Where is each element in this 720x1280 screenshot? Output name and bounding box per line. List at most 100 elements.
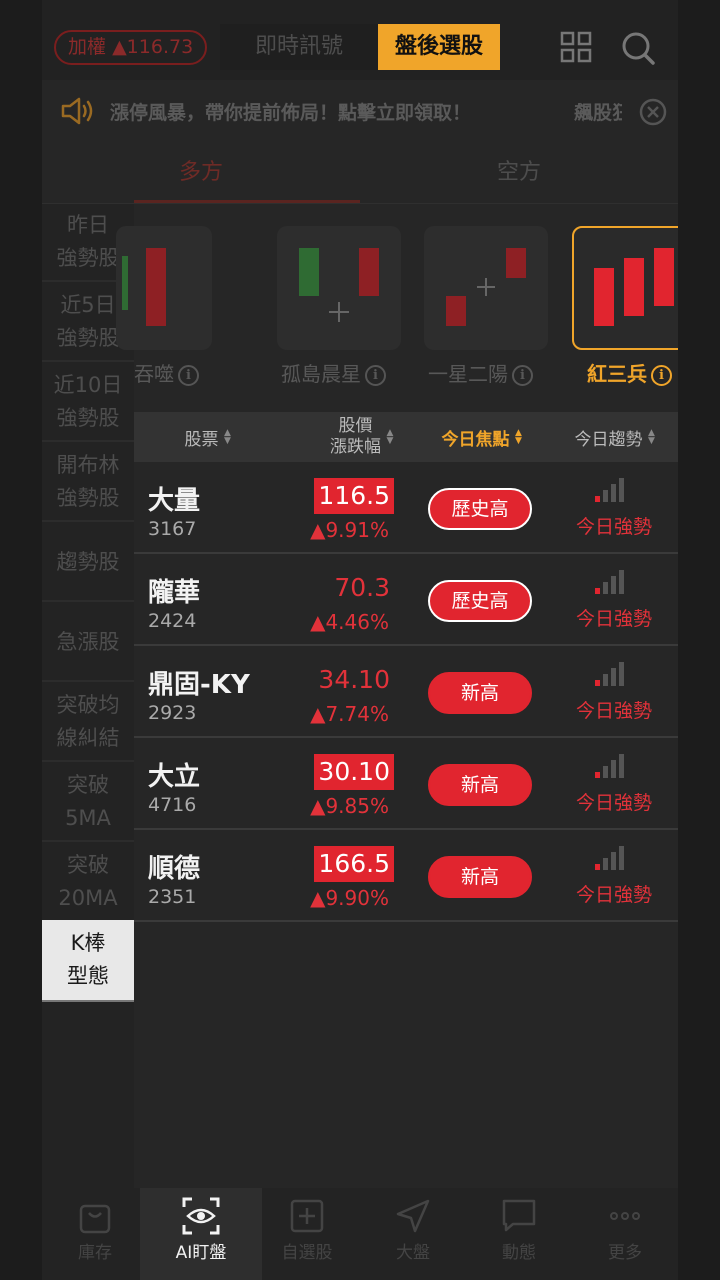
announcement-text-next: 飆股狂 (574, 102, 622, 124)
speaker-icon (61, 97, 93, 125)
bottom-navigation: 庫存 AI盯盤 自選股 大盤 動態 更多 (42, 1188, 678, 1280)
nav-watchlist[interactable]: 自選股 (254, 1188, 360, 1280)
announcement-bar[interactable]: 漲停風暴，帶你提前佈局！點擊立即領取！ 飆股狂 (42, 80, 678, 142)
pattern-label-one-star-two-yang: 一星二陽 i (428, 358, 533, 390)
category-sidebar: 昨日 強勢股 近5日 強勢股 近10日 強勢股 開布林 強勢股 趨勢股 急漲股 … (42, 204, 134, 1188)
focus-badge[interactable]: 新高 (428, 764, 532, 806)
nav-more[interactable]: 更多 (572, 1188, 678, 1280)
stock-change: ▲9.91% (310, 518, 389, 542)
stock-price: 30.10 (314, 754, 394, 790)
top-header: 加權 ▲116.73 即時訊號 盤後選股 (42, 0, 678, 80)
pattern-card-engulfing[interactable] (116, 226, 212, 350)
table-row[interactable]: 隴華 2424 70.3 ▲4.46% 歷史高 今日強勢 (134, 554, 678, 646)
category-candlestick-pattern[interactable]: K棒 型態 (42, 920, 134, 1002)
signal-bars-icon (595, 754, 624, 778)
stock-name: 隴華 (148, 578, 201, 608)
nav-inventory[interactable]: 庫存 (42, 1188, 148, 1280)
info-icon[interactable]: i (651, 365, 672, 386)
tab-live-signals[interactable]: 即時訊號 (220, 24, 378, 70)
category-20ma-breakout[interactable]: 突破 20MA (42, 844, 134, 922)
eye-scan-icon (182, 1197, 220, 1235)
candlestick-star-yang-icon (446, 248, 526, 326)
pattern-label-engulfing: 吞噬 i (134, 358, 199, 390)
app-root: 加權 ▲116.73 即時訊號 盤後選股 漲停風暴，帶你提前佈局！點擊立即領取！… (42, 0, 678, 1280)
focus-badge[interactable]: 歷史高 (428, 488, 532, 530)
pattern-card-island-morning-star[interactable] (277, 226, 401, 350)
stock-code: 2424 (148, 610, 197, 632)
trend-label: 今日強勢 (575, 700, 652, 722)
focus-badge[interactable]: 新高 (428, 856, 532, 898)
bag-icon (79, 1204, 111, 1234)
search-icon[interactable] (620, 30, 656, 66)
column-today-trend[interactable]: 今日趨勢 ▲ ▼ (554, 412, 678, 462)
index-name: 加權 (68, 36, 107, 58)
category-10day-strong[interactable]: 近10日 強勢股 (42, 364, 134, 442)
stock-code: 3167 (148, 518, 197, 540)
info-icon[interactable]: i (178, 365, 199, 386)
table-row[interactable]: 大立 4716 30.10 ▲9.85% 新高 今日強勢 (134, 738, 678, 830)
stock-change: ▲9.90% (310, 886, 389, 910)
category-trend[interactable]: 趨勢股 (42, 524, 134, 602)
stock-name: 順德 (148, 854, 201, 884)
pattern-label-three-red-soldiers: 紅三兵 i (587, 358, 672, 390)
trend-label: 今日強勢 (575, 792, 652, 814)
column-price-change[interactable]: 股價 漲跌幅 ▲ ▼ (298, 412, 428, 462)
category-bollinger-strong[interactable]: 開布林 強勢股 (42, 444, 134, 522)
stock-name: 大量 (148, 486, 201, 516)
tab-short[interactable]: 空方 (360, 142, 678, 204)
column-today-focus[interactable]: 今日焦點 ▲ ▼ (428, 412, 538, 462)
candlestick-engulfing-icon (122, 248, 166, 326)
tab-long[interactable]: 多方 (42, 142, 360, 204)
pattern-card-one-star-two-yang[interactable] (424, 226, 548, 350)
stock-name: 大立 (148, 762, 201, 792)
info-icon[interactable]: i (512, 365, 533, 386)
tab-after-hours-picks[interactable]: 盤後選股 (378, 24, 500, 70)
table-header: 股票 ▲ ▼ 股價 漲跌幅 ▲ ▼ 今日焦點 ▲ ▼ 今日趨勢 ▲ ▼ (134, 412, 678, 462)
stock-price: 34.10 (318, 665, 390, 694)
category-surge[interactable]: 急漲股 (42, 604, 134, 682)
candlestick-three-soldiers-icon (594, 248, 674, 326)
pattern-card-three-red-soldiers[interactable] (572, 226, 678, 350)
sort-icon: ▲ ▼ (648, 428, 655, 446)
nav-activity[interactable]: 動態 (466, 1188, 572, 1280)
category-5ma-breakout[interactable]: 突破 5MA (42, 764, 134, 842)
trend-label: 今日強勢 (575, 516, 652, 538)
stock-price: 116.5 (314, 478, 394, 514)
stock-change: ▲4.46% (310, 610, 389, 634)
trend-label: 今日強勢 (575, 608, 652, 630)
table-row[interactable]: 鼎固-KY 2923 34.10 ▲7.74% 新高 今日強勢 (134, 646, 678, 738)
pattern-selector: 吞噬 i 孤島晨星 i 一星二陽 i 紅三兵 i (116, 204, 678, 412)
nav-ai-watch[interactable]: AI盯盤 (140, 1188, 262, 1280)
nav-market[interactable]: 大盤 (360, 1188, 466, 1280)
category-ma-breakout[interactable]: 突破均 線糾結 (42, 684, 134, 762)
focus-badge[interactable]: 歷史高 (428, 580, 532, 622)
table-row[interactable]: 大量 3167 116.5 ▲9.91% 歷史高 今日強勢 (134, 462, 678, 554)
signal-bars-icon (595, 478, 624, 502)
candlestick-island-star-icon (299, 248, 379, 322)
plus-square-icon (290, 1199, 324, 1233)
more-dots-icon (610, 1212, 640, 1220)
announcement-text: 漲停風暴，帶你提前佈局！點擊立即領取！ (110, 102, 472, 124)
stock-code: 4716 (148, 794, 197, 816)
stock-code: 2351 (148, 886, 197, 908)
trend-label: 今日強勢 (575, 884, 652, 906)
direction-tabs: 多方 空方 (42, 142, 678, 204)
signal-bars-icon (595, 662, 624, 686)
info-icon[interactable]: i (365, 365, 386, 386)
stock-change: ▲9.85% (310, 794, 389, 818)
market-index-pill[interactable]: 加權 ▲116.73 (54, 30, 208, 65)
pattern-label-island-morning-star: 孤島晨星 i (281, 358, 386, 390)
sort-icon: ▲ ▼ (515, 428, 522, 446)
signal-bars-icon (595, 570, 624, 594)
table-row[interactable]: 順德 2351 166.5 ▲9.90% 新高 今日強勢 (134, 830, 678, 922)
sort-icon: ▲ ▼ (386, 428, 394, 446)
stock-code: 2923 (148, 702, 197, 724)
focus-badge[interactable]: 新高 (428, 672, 532, 714)
stock-change: ▲7.74% (310, 702, 389, 726)
close-icon[interactable] (639, 98, 667, 126)
grid-icon[interactable] (560, 31, 592, 63)
signal-bars-icon (595, 846, 624, 870)
column-stock[interactable]: 股票 ▲ ▼ (134, 412, 284, 462)
mode-tabs: 即時訊號 盤後選股 (220, 24, 500, 70)
stock-price: 166.5 (314, 846, 394, 882)
